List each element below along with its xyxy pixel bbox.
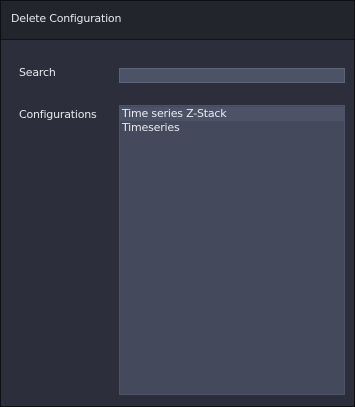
- configurations-label: Configurations: [19, 108, 97, 121]
- configurations-list[interactable]: Time series Z-Stack Timeseries: [119, 105, 345, 395]
- list-item[interactable]: Time series Z-Stack: [120, 107, 344, 121]
- dialog-title: Delete Configuration: [11, 12, 122, 25]
- delete-configuration-dialog: Delete Configuration Search Configuratio…: [0, 0, 355, 407]
- dialog-body: Search Configurations Time series Z-Stac…: [1, 40, 354, 406]
- dialog-title-bar: Delete Configuration: [1, 1, 354, 40]
- search-label: Search: [19, 66, 56, 79]
- list-item[interactable]: Timeseries: [120, 121, 344, 135]
- search-input[interactable]: [119, 68, 345, 83]
